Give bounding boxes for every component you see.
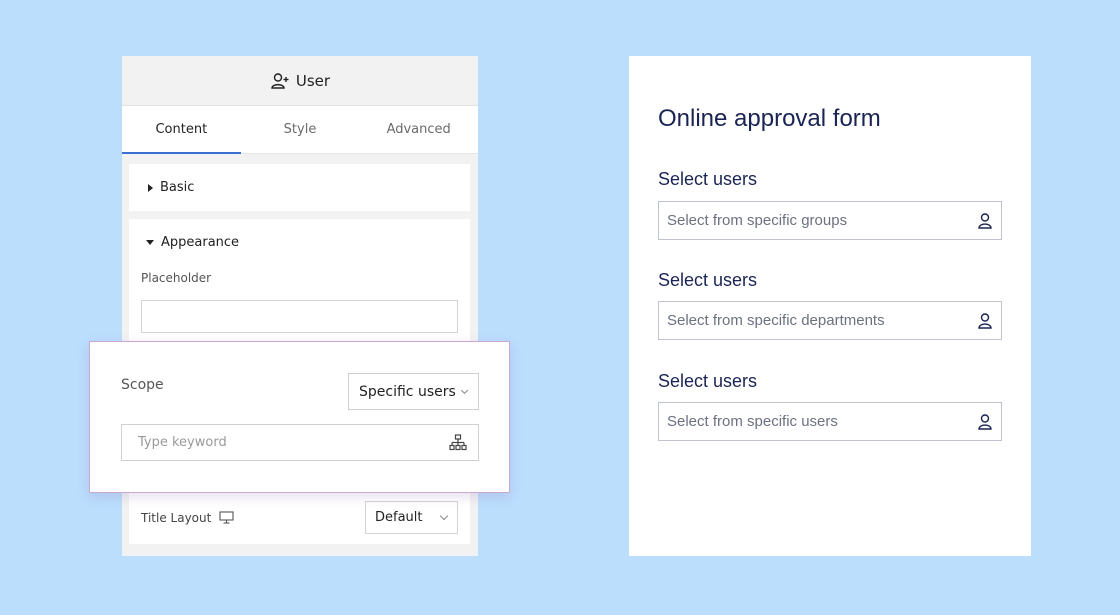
keyword-input[interactable]	[138, 435, 428, 450]
scope-select[interactable]: Specific users	[348, 373, 479, 410]
user-add-icon	[271, 72, 289, 89]
caret-down-icon	[146, 240, 154, 245]
user-picker-groups	[658, 201, 1002, 240]
user-icon[interactable]	[977, 413, 993, 431]
tab-content[interactable]: Content	[122, 106, 241, 154]
org-chart-icon[interactable]	[448, 433, 468, 453]
user-icon[interactable]	[977, 312, 993, 330]
field-label-groups: Select users	[658, 169, 758, 189]
user-picker-users	[658, 402, 1002, 441]
tab-style[interactable]: Style	[241, 106, 360, 153]
title-layout-label: Title Layout	[141, 510, 212, 525]
title-layout-label-group: Title Layout	[141, 511, 234, 525]
tab-label: Advanced	[386, 122, 451, 137]
section-appearance-toggle[interactable]: Appearance	[129, 219, 470, 250]
scope-value: Specific users	[359, 383, 456, 400]
user-picker-groups-input[interactable]	[667, 212, 967, 229]
chevron-down-icon	[460, 386, 468, 394]
approval-form-card: Online approval form Select users Select…	[629, 56, 1031, 556]
user-picker-departments	[658, 301, 1002, 340]
desktop-icon	[219, 511, 234, 524]
caret-right-icon	[148, 183, 153, 192]
field-label-departments: Select users	[658, 270, 758, 290]
form-title: Online approval form	[658, 105, 881, 132]
scope-popup: Scope Specific users	[89, 341, 510, 493]
section-basic: Basic	[129, 164, 470, 211]
scope-label: Scope	[121, 377, 164, 393]
chevron-down-icon	[439, 511, 449, 521]
panel-title: User	[295, 71, 331, 90]
user-icon[interactable]	[977, 212, 993, 230]
placeholder-label: Placeholder	[141, 271, 212, 285]
section-basic-label: Basic	[160, 180, 195, 195]
tab-label: Style	[283, 122, 317, 137]
tab-advanced[interactable]: Advanced	[359, 106, 478, 153]
field-label-users: Select users	[658, 371, 758, 391]
section-basic-toggle[interactable]: Basic	[129, 164, 470, 211]
title-layout-row: Title Layout Default	[141, 501, 458, 534]
title-layout-select[interactable]: Default	[365, 501, 458, 534]
tab-label: Content	[155, 122, 208, 137]
panel-header: User	[122, 56, 478, 106]
section-appearance-label: Appearance	[161, 235, 240, 250]
title-layout-value: Default	[375, 510, 423, 525]
keyword-field	[121, 424, 479, 461]
panel-tabs: Content Style Advanced	[122, 106, 478, 154]
user-picker-users-input[interactable]	[667, 413, 967, 430]
user-picker-departments-input[interactable]	[667, 312, 967, 329]
placeholder-input[interactable]	[141, 300, 458, 333]
